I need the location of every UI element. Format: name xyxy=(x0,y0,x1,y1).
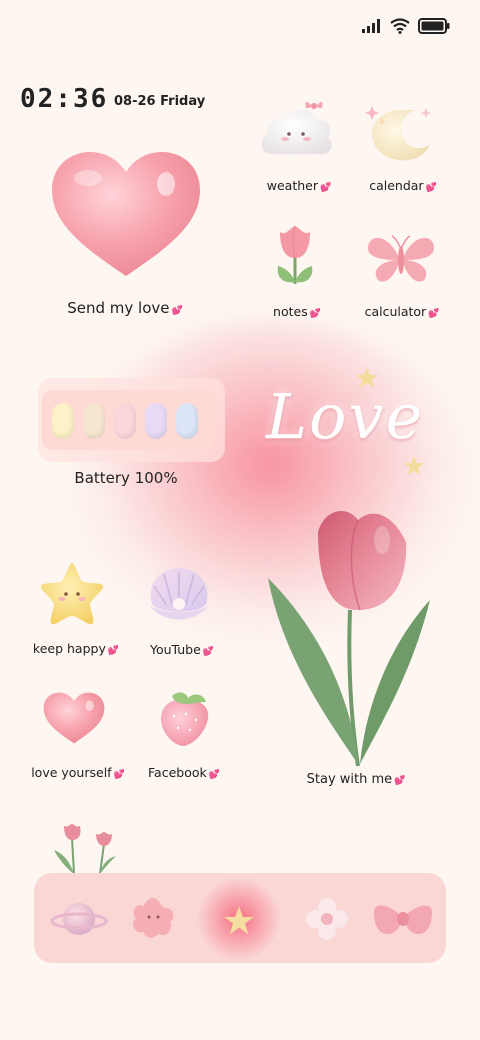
flower-blob-icon[interactable] xyxy=(128,894,178,942)
signal-icon xyxy=(362,19,380,33)
heart-glyph: 💕 xyxy=(425,183,437,193)
planet-icon[interactable] xyxy=(50,896,108,942)
send-my-love-label: Send my love 💕 xyxy=(50,299,200,317)
clock-time: 02:36 xyxy=(20,84,109,114)
facebook-label-text: Facebook xyxy=(148,765,207,780)
battery-label: Battery 100% xyxy=(74,469,178,487)
heart-glyph: 💕 xyxy=(202,647,215,657)
heart-glyph: 💕 xyxy=(208,770,220,780)
keep-happy-label-text: keep happy xyxy=(32,641,106,656)
weather-label-text: weather xyxy=(266,178,318,193)
app-label-love-yourself: love yourself 💕 xyxy=(26,765,130,780)
app-label-keep-happy: keep happy 💕 xyxy=(28,641,124,656)
notes-label-text: notes xyxy=(273,304,308,319)
keep-happy-star-icon[interactable] xyxy=(38,560,106,626)
battery-cell xyxy=(83,403,105,439)
battery-cell xyxy=(176,403,198,439)
battery-cell xyxy=(145,403,167,439)
calendar-label-text: calendar xyxy=(369,178,424,193)
heart-glyph: 💕 xyxy=(171,306,183,316)
heart-glyph: 💕 xyxy=(107,646,120,656)
big-heart-icon[interactable] xyxy=(48,148,204,280)
heart-glyph: 💕 xyxy=(309,309,321,319)
youtube-shell-icon[interactable] xyxy=(144,564,214,626)
app-label-notes: notes 💕 xyxy=(262,304,332,319)
battery-icon xyxy=(418,18,450,34)
app-label-youtube: YouTube 💕 xyxy=(140,642,224,657)
weather-cloud-icon[interactable] xyxy=(258,96,334,162)
status-bar xyxy=(362,18,450,34)
notes-tulip-icon[interactable] xyxy=(270,222,320,288)
facebook-strawberry-icon[interactable] xyxy=(156,688,212,748)
youtube-label-text: YouTube xyxy=(149,642,201,657)
clock-date: 08-26 Friday xyxy=(114,94,206,109)
star-icon[interactable] xyxy=(222,905,256,937)
heart-glyph: 💕 xyxy=(320,183,332,193)
app-label-calendar: calendar 💕 xyxy=(358,178,448,193)
app-label-weather: weather 💕 xyxy=(258,178,340,193)
battery-cell xyxy=(52,403,74,439)
flower-icon[interactable] xyxy=(304,896,350,942)
stay-with-me-text: Stay with me xyxy=(306,772,393,787)
big-tulip-icon[interactable] xyxy=(262,502,438,774)
bow-icon[interactable] xyxy=(370,898,436,940)
calculator-label-text: calculator xyxy=(364,304,427,319)
love-yourself-heart-icon[interactable] xyxy=(42,690,106,746)
love-text: Love xyxy=(266,380,425,453)
heart-glyph: 💕 xyxy=(394,776,406,786)
stay-with-me-label: Stay with me 💕 xyxy=(296,772,416,787)
wifi-icon xyxy=(390,18,410,34)
battery-cell xyxy=(114,403,136,439)
calendar-moon-icon[interactable] xyxy=(362,100,438,164)
star-icon xyxy=(403,455,425,476)
star-icon xyxy=(356,367,378,388)
love-yourself-label-text: love yourself xyxy=(31,765,112,780)
heart-glyph: 💕 xyxy=(113,770,125,780)
heart-glyph: 💕 xyxy=(428,309,440,319)
calculator-butterfly-icon[interactable] xyxy=(364,232,438,284)
app-label-calculator: calculator 💕 xyxy=(356,304,448,319)
small-tulips-decoration-icon xyxy=(54,824,116,875)
app-label-facebook: Facebook 💕 xyxy=(140,765,228,780)
send-my-love-text: Send my love xyxy=(67,299,170,317)
